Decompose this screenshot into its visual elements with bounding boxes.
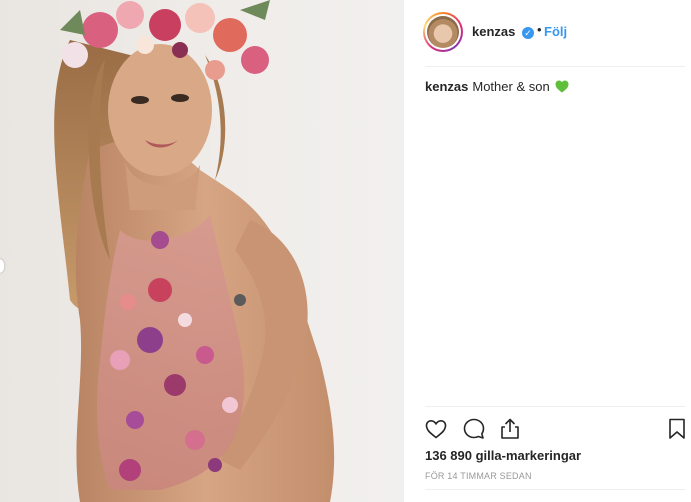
caption-username[interactable]: kenzas [425, 79, 468, 94]
follow-button[interactable]: Följ [544, 24, 567, 39]
like-button[interactable] [423, 416, 449, 442]
post-header: kenzas ✓ • Följ [404, 0, 691, 66]
post-photo[interactable] [0, 0, 403, 502]
share-icon [501, 418, 519, 439]
header-divider [425, 66, 685, 67]
instagram-post: kenzas ✓ • Följ kenzas Mother & son 136 … [0, 0, 691, 502]
post-side-panel: kenzas ✓ • Följ kenzas Mother & son 136 … [403, 0, 691, 502]
save-button[interactable] [664, 416, 690, 442]
avatar[interactable] [423, 12, 463, 52]
verified-badge-icon: ✓ [522, 27, 534, 39]
comment-button[interactable] [461, 416, 487, 442]
bookmark-icon [669, 418, 685, 439]
actions-divider [425, 406, 685, 407]
post-caption: kenzas Mother & son [425, 78, 685, 96]
caption-text: Mother & son [472, 79, 550, 94]
avatar-image [425, 14, 461, 50]
comment-divider [425, 489, 685, 490]
post-actions [423, 414, 687, 444]
likes-count[interactable]: 136 890 gilla-markeringar [425, 448, 581, 463]
avatar-face [427, 16, 459, 48]
share-button[interactable] [497, 416, 523, 442]
comment-icon [463, 418, 485, 439]
photo-illustration [54, 0, 335, 502]
header-separator: • [537, 22, 542, 37]
author-username[interactable]: kenzas [472, 24, 515, 39]
post-timestamp[interactable]: FÖR 14 TIMMAR SEDAN [425, 471, 532, 481]
heart-icon [425, 419, 447, 439]
green-heart-icon [555, 80, 569, 93]
